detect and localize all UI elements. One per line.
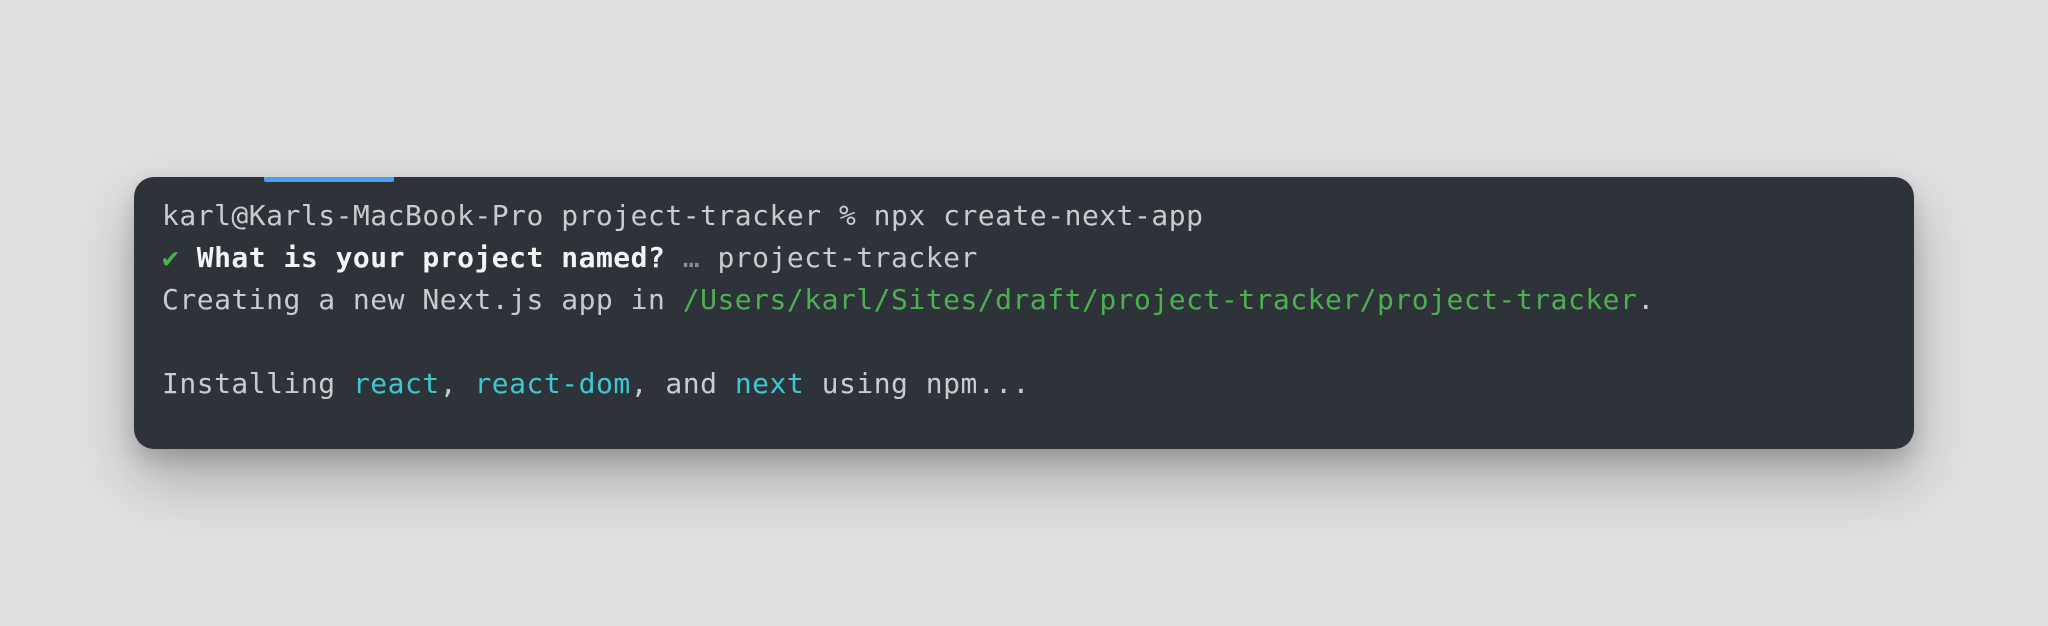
- active-tab-indicator: [264, 177, 394, 182]
- prompt-question: What is your project named?: [197, 241, 666, 274]
- creating-text: Creating a new Next.js app in: [162, 283, 683, 316]
- comma-1: ,: [440, 367, 475, 400]
- using-npm-text: using npm...: [804, 367, 1030, 400]
- creating-line: Creating a new Next.js app in /Users/kar…: [162, 279, 1886, 321]
- prompt-line: karl@Karls-MacBook-Pro project-tracker %…: [162, 195, 1886, 237]
- prompt-answer: project-tracker: [717, 241, 977, 274]
- blank-line: [162, 321, 1886, 363]
- period: .: [1637, 283, 1654, 316]
- project-path: /Users/karl/Sites/draft/project-tracker/…: [683, 283, 1638, 316]
- ellipsis-icon: …: [683, 241, 700, 274]
- package-next: next: [735, 367, 804, 400]
- checkmark-icon: ✔: [162, 241, 179, 274]
- installing-line: Installing react, react-dom, and next us…: [162, 363, 1886, 405]
- package-react-dom: react-dom: [474, 367, 630, 400]
- terminal-window[interactable]: karl@Karls-MacBook-Pro project-tracker %…: [134, 177, 1914, 449]
- package-react: react: [353, 367, 440, 400]
- installing-text: Installing: [162, 367, 353, 400]
- question-line: ✔ What is your project named? … project-…: [162, 237, 1886, 279]
- shell-prompt: karl@Karls-MacBook-Pro project-tracker %…: [162, 199, 1203, 232]
- comma-2: , and: [631, 367, 735, 400]
